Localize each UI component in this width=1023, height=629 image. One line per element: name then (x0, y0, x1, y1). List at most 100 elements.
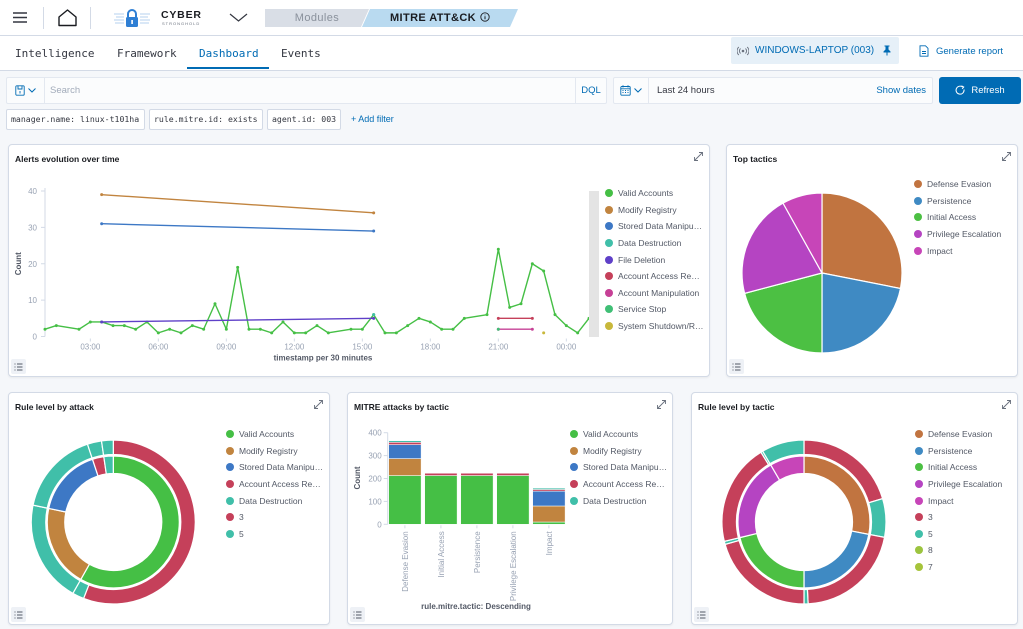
data-point[interactable] (88, 320, 92, 324)
bar-segment-stored-data-manipu[interactable] (532, 490, 566, 507)
legend-item-8[interactable]: 8 (915, 542, 1002, 559)
expand-icon[interactable] (1001, 151, 1012, 162)
legend-item-defense-evasion[interactable]: Defense Evasion (914, 176, 1001, 193)
data-point[interactable] (270, 331, 274, 335)
bar-segment-valid-accounts[interactable] (424, 475, 458, 525)
data-point[interactable] (372, 316, 376, 320)
filter-pill-manager-name[interactable]: manager.name: linux-t101ha (6, 109, 145, 130)
bar-segment-valid-accounts[interactable] (460, 475, 494, 525)
data-point[interactable] (315, 324, 319, 328)
bar-segment-stored-data-manipu[interactable] (388, 444, 422, 459)
legend-item-3[interactable]: 3 (915, 509, 1002, 526)
legend-item-persistence[interactable]: Persistence (914, 193, 1001, 210)
add-filter-button[interactable]: + Add filter (351, 114, 394, 124)
lock-logo-icon[interactable] (113, 8, 151, 28)
breadcrumb-modules[interactable]: Modules (265, 9, 369, 27)
agent-selector-button[interactable]: WINDOWS-LAPTOP (003) (731, 37, 899, 64)
legend-scrollbar[interactable] (589, 191, 599, 337)
data-point[interactable] (213, 302, 217, 306)
data-point[interactable] (496, 327, 500, 331)
legend-item-stored-data-manipu[interactable]: Stored Data Manipu… (605, 218, 704, 235)
legend-item-account-manipulation[interactable]: Account Manipulation (605, 285, 704, 302)
legend-item-modify-registry[interactable]: Modify Registry (226, 443, 323, 460)
legend-item-system-shutdown-r[interactable]: System Shutdown/R… (605, 318, 704, 335)
data-point[interactable] (383, 331, 387, 335)
data-point[interactable] (530, 327, 534, 331)
search-input[interactable] (47, 78, 575, 103)
data-point[interactable] (100, 193, 104, 197)
data-point[interactable] (576, 331, 580, 335)
legend-item-data-destruction[interactable]: Data Destruction (570, 492, 667, 509)
legend-item-modify-registry[interactable]: Modify Registry (570, 443, 667, 460)
bar-segment-data-destruction[interactable] (532, 487, 566, 490)
data-point[interactable] (304, 331, 308, 335)
data-point[interactable] (111, 324, 115, 328)
legend-item-defense-evasion[interactable]: Defense Evasion (915, 426, 1002, 443)
legend-item-privilege-escalation[interactable]: Privilege Escalation (915, 476, 1002, 493)
bar-segment-valid-accounts[interactable] (496, 475, 530, 525)
legend-item-valid-accounts[interactable]: Valid Accounts (226, 426, 323, 443)
legend-item-data-destruction[interactable]: Data Destruction (605, 235, 704, 252)
data-point[interactable] (372, 313, 376, 317)
data-point[interactable] (281, 320, 285, 324)
data-point[interactable] (542, 269, 546, 273)
show-dates-link[interactable]: Show dates (876, 85, 926, 96)
data-point[interactable] (440, 327, 444, 331)
data-point[interactable] (496, 247, 500, 251)
info-icon[interactable] (480, 12, 490, 22)
filter-pill-agent-id[interactable]: agent.id: 003 (267, 109, 341, 130)
data-point[interactable] (77, 327, 81, 331)
data-point[interactable] (54, 324, 58, 328)
expand-icon[interactable] (1001, 399, 1012, 410)
data-point[interactable] (236, 265, 240, 269)
bar-segment-modify-registry[interactable] (532, 505, 566, 523)
legend-toggle-button[interactable] (729, 359, 744, 374)
bar-segment-valid-accounts[interactable] (388, 475, 422, 525)
data-point[interactable] (451, 327, 455, 331)
data-point[interactable] (202, 327, 206, 331)
data-point[interactable] (496, 316, 500, 320)
filter-pill-rule-mitre-id[interactable]: rule.mitre.id: exists (149, 109, 263, 130)
generate-report-button[interactable]: Generate report (919, 42, 1003, 60)
bar-segment-account-access-re[interactable] (460, 472, 494, 476)
legend-item-privilege-escalation[interactable]: Privilege Escalation (914, 226, 1001, 243)
bar-segment-modify-registry[interactable] (388, 458, 422, 476)
data-point[interactable] (168, 327, 172, 331)
tab-framework[interactable]: Framework (117, 47, 177, 60)
data-point[interactable] (372, 211, 376, 215)
data-point[interactable] (190, 324, 194, 328)
data-point[interactable] (134, 327, 138, 331)
legend-item-5[interactable]: 5 (915, 526, 1002, 543)
data-point[interactable] (564, 324, 568, 328)
data-point[interactable] (428, 320, 432, 324)
data-point[interactable] (553, 313, 557, 317)
data-point[interactable] (349, 327, 353, 331)
bar-segment-account-access-re[interactable] (388, 442, 422, 445)
pie-slice-defense-evasion[interactable] (821, 192, 903, 290)
legend-item-modify-registry[interactable]: Modify Registry (605, 202, 704, 219)
tab-dashboard[interactable]: Dashboard (199, 47, 259, 60)
expand-icon[interactable] (693, 151, 704, 162)
data-point[interactable] (179, 331, 183, 335)
outer-slice-level-5[interactable] (100, 439, 114, 456)
legend-item-5[interactable]: 5 (226, 526, 323, 543)
data-point[interactable] (508, 305, 512, 309)
legend-item-impact[interactable]: Impact (915, 492, 1002, 509)
legend-toggle-button[interactable] (11, 359, 26, 374)
data-point[interactable] (156, 331, 160, 335)
legend-toggle-button[interactable] (350, 607, 365, 622)
legend-item-data-destruction[interactable]: Data Destruction (226, 492, 323, 509)
data-point[interactable] (360, 327, 364, 331)
tab-intelligence[interactable]: Intelligence (15, 47, 94, 60)
breadcrumb-mitre-attack[interactable]: MITRE ATT&CK (362, 9, 518, 27)
outer-slice-level-5[interactable] (867, 497, 887, 539)
data-point[interactable] (258, 327, 262, 331)
data-point[interactable] (292, 331, 296, 335)
data-point[interactable] (519, 302, 523, 306)
home-icon[interactable] (57, 8, 78, 27)
data-point[interactable] (462, 316, 466, 320)
quick-select-button[interactable] (614, 78, 649, 103)
bar-segment-valid-accounts[interactable] (532, 521, 566, 525)
legend-toggle-button[interactable] (11, 607, 26, 622)
data-point[interactable] (417, 316, 421, 320)
